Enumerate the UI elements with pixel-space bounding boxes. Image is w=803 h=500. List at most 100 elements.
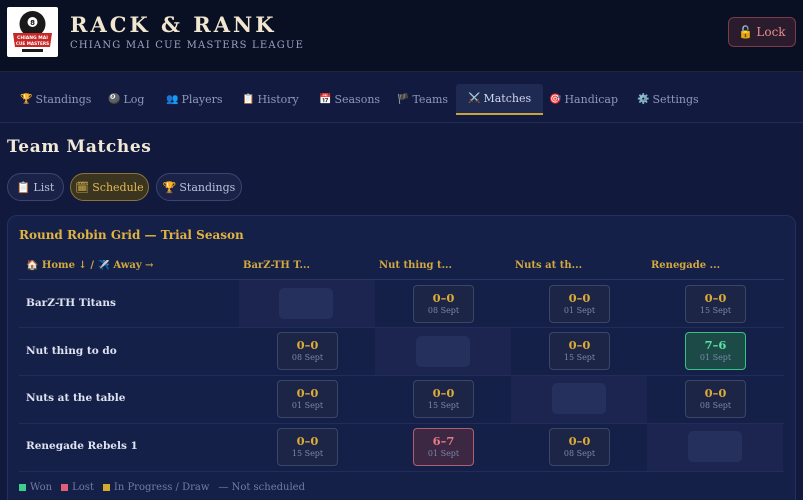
match-score: 0–0 [704,386,727,400]
column-header: Nuts at th... [515,260,583,271]
legend-won: Won [19,482,52,493]
app-header: 8 CHIANG MAI CUE MASTERS RACK & RANK CHI… [0,0,803,72]
legend-lost: Lost [61,482,94,493]
grid-title: Round Robin Grid — Trial Season [19,228,244,242]
match-date: 01 Sept [699,353,732,362]
match-date: 15 Sept [563,353,596,362]
app-subtitle: CHIANG MAI CUE MASTERS LEAGUE [70,40,305,51]
corner-header: 🏠 Home ↓ / ✈️ Away → [26,260,154,271]
page-title: Team Matches [7,137,152,157]
nav-label: Teams [412,93,449,106]
won-swatch [19,484,26,491]
match-cell-won[interactable]: 7–6 01 Sept [685,332,746,370]
nav-label: Players [181,93,223,106]
nav-log[interactable]: 🎱 Log [106,84,146,115]
legend-label: Won [30,482,53,493]
nav-label: Handicap [564,93,619,106]
svg-text:CUE MASTERS: CUE MASTERS [16,41,49,46]
match-date: 08 Sept [291,353,324,362]
match-cell[interactable]: 0–0 15 Sept [413,380,474,418]
match-score: 6–7 [432,434,455,448]
match-score: 0–0 [296,434,319,448]
legend-label: Lost [72,482,94,493]
nav-label: Seasons [334,93,381,106]
row-divider [19,471,784,472]
main-nav: 🏆 Standings 🎱 Log 👥 Players 📋 History 📅 … [0,73,803,123]
nav-label: Log [123,93,145,106]
diagonal-blank [552,383,606,414]
match-score: 0–0 [432,291,455,305]
match-cell[interactable]: 0–0 01 Sept [549,285,610,323]
nav-standings[interactable]: 🏆 Standings [18,84,93,115]
match-score: 0–0 [568,338,591,352]
subtab-standings[interactable]: 🏆 Standings [156,173,242,201]
match-cell[interactable]: 0–0 08 Sept [549,428,610,466]
match-score: 0–0 [296,338,319,352]
calendar-icon: 🗓 [75,180,90,194]
lock-button[interactable]: 🔓 Lock [728,17,796,47]
trophy-icon: 🏆 [162,180,177,194]
legend-in-progress: In Progress / Draw [102,482,210,493]
row-team-label: Nuts at the table [26,392,126,404]
target-icon: 🎯 [549,94,562,105]
match-cell[interactable]: 0–0 08 Sept [685,380,746,418]
diagonal-blank [688,431,742,462]
match-cell[interactable]: 0–0 08 Sept [413,285,474,323]
players-icon: 👥 [166,94,179,105]
nav-seasons[interactable]: 📅 Seasons [317,84,382,115]
subtab-list[interactable]: 📋 List [7,173,64,201]
billiard-ball-icon: 🎱 [108,94,121,105]
lock-label: Lock [756,25,786,39]
match-date: 08 Sept [699,401,732,410]
match-score: 0–0 [568,434,591,448]
match-cell[interactable]: 0–0 15 Sept [549,332,610,370]
lock-icon: 🔓 [738,25,754,39]
row-team-label: BarZ-TH Titans [26,297,116,309]
nav-label: Matches [483,92,532,105]
row-divider [19,375,784,376]
nav-handicap[interactable]: 🎯 Handicap [547,84,620,115]
match-date: 08 Sept [563,449,596,458]
legend-not-scheduled: — Not scheduled [218,482,305,493]
nav-matches[interactable]: ⚔️ Matches [456,84,544,115]
clipboard-icon: 📋 [242,94,255,105]
match-cell[interactable]: 0–0 15 Sept [685,285,746,323]
match-cell[interactable]: 0–0 01 Sept [277,380,338,418]
match-score: 0–0 [296,386,319,400]
league-logo: 8 CHIANG MAI CUE MASTERS [7,7,58,57]
subtab-label: Standings [179,180,236,194]
nav-players[interactable]: 👥 Players [164,84,225,115]
nav-teams[interactable]: 🏴 Teams [395,84,450,115]
app-title: RACK & RANK [70,12,277,37]
match-cell[interactable]: 0–0 08 Sept [277,332,338,370]
subtab-label: Schedule [92,180,144,194]
match-score: 0–0 [432,386,455,400]
diagonal-blank [279,288,333,319]
match-date: 01 Sept [291,401,324,410]
nav-label: History [257,93,299,106]
crossed-swords-icon: ⚔️ [468,93,481,104]
match-score: 0–0 [568,291,591,305]
match-cell[interactable]: 0–0 15 Sept [277,428,338,466]
match-score: 0–0 [704,291,727,305]
match-date: 15 Sept [699,306,732,315]
nav-label: Settings [652,93,699,106]
header-divider [19,279,784,280]
diagonal-blank [416,336,470,367]
match-date: 01 Sept [563,306,596,315]
nav-history[interactable]: 📋 History [240,84,301,115]
nav-settings[interactable]: ⚙️ Settings [635,84,701,115]
row-team-label: Nut thing to do [26,345,117,357]
legend-label: In Progress / Draw [113,482,210,493]
clipboard-icon: 📋 [16,180,31,194]
subtab-schedule[interactable]: 🗓 Schedule [70,173,149,201]
svg-text:8: 8 [30,19,35,27]
column-header: Renegade ... [651,260,721,271]
nav-label: Standings [35,93,92,106]
match-cell-lost[interactable]: 6–7 01 Sept [413,428,474,466]
grid-legend: Won Lost In Progress / Draw — Not schedu… [19,482,305,493]
calendar-icon: 📅 [319,94,332,105]
flag-icon: 🏴 [397,94,410,105]
match-date: 08 Sept [427,306,460,315]
match-score: 7–6 [704,338,727,352]
